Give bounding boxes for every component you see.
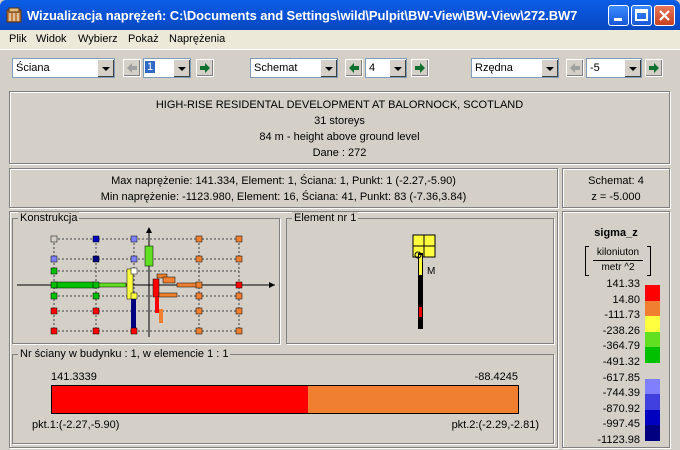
maximize-button[interactable] <box>631 5 652 26</box>
rzedna-number-spin[interactable]: -5 <box>586 58 642 78</box>
next-schemat-button[interactable] <box>411 59 429 77</box>
legend-value: -238.26 <box>602 324 640 337</box>
schemat-number-spin[interactable]: 4 <box>365 58 407 78</box>
legend-scale: 141.33 14.80 -111.73 -238.26 -364.79 -491.32 -… <box>563 212 669 447</box>
element-type-value: Ściana <box>16 62 50 74</box>
menu-plik[interactable]: Plik <box>9 33 27 45</box>
menu-naprezenia[interactable]: Naprężenia <box>169 33 225 45</box>
legend-color-swatch <box>645 425 660 441</box>
chevron-down-icon[interactable] <box>541 59 558 77</box>
close-button[interactable] <box>654 5 675 26</box>
bar-left-value: 141.3339 <box>51 371 97 383</box>
menu-bar: Plik Widok Wybierz Pokaż Naprężenia <box>0 30 680 50</box>
chevron-down-icon[interactable] <box>97 59 114 77</box>
project-height: 84 m - height above ground level <box>259 131 420 143</box>
legend-value: -744.39 <box>602 387 640 400</box>
wall-stress-group: Nr ściany w budynku : 1, w elemencie 1 :… <box>12 348 554 444</box>
legend-color-swatch <box>645 285 660 301</box>
app-icon <box>6 7 22 23</box>
legend-color-swatch <box>645 394 660 410</box>
prev-schemat-button[interactable] <box>345 59 363 77</box>
bar-left-point: pkt.1:(-2.27,-5.90) <box>32 419 120 431</box>
legend-color-swatch <box>645 300 660 317</box>
menu-pokaz[interactable]: Pokaż <box>128 33 159 45</box>
window-title: Wizualizacja naprężeń: C:\Documents and … <box>27 8 578 23</box>
color-legend-panel: sigma_z kiloniuton metr ^2 141.33 14.80 -1… <box>562 211 670 448</box>
maximize-icon <box>635 9 648 21</box>
legend-value: -364.79 <box>602 340 640 353</box>
schemat-text: Schemat: 4 <box>588 175 644 187</box>
bar-right-point: pkt.2:(-2.29,-2.81) <box>451 419 539 431</box>
project-info-panel: HIGH-RISE RESIDENTAL DEVELOPMENT AT BALO… <box>9 91 670 164</box>
project-storeys: 31 storeys <box>314 115 365 127</box>
legend-value: -617.85 <box>602 371 640 384</box>
legend-color-swatch <box>645 347 660 363</box>
element-number-value[interactable]: 1 <box>145 61 156 73</box>
schemat-select[interactable]: Schemat <box>250 58 338 78</box>
legend-color-swatch <box>645 316 660 332</box>
konstrukcja-group: Konstrukcja <box>12 212 280 344</box>
legend-color-swatch <box>645 331 660 348</box>
project-data: Dane : 272 <box>312 147 367 159</box>
rzedna-number-value: -5 <box>590 62 600 74</box>
min-stress-text: Min naprężenie: -1123.980, Element: 16, … <box>100 191 467 203</box>
stress-bar-right-segment <box>308 386 518 413</box>
legend-value: 14.80 <box>612 293 640 306</box>
arrow-left-icon <box>127 63 137 73</box>
arrow-right-icon <box>649 63 659 73</box>
rzedna-select[interactable]: Rzędna <box>471 58 559 78</box>
arrow-right-icon <box>200 63 210 73</box>
element-number-spin[interactable]: 1 <box>143 58 191 78</box>
project-title: HIGH-RISE RESIDENTAL DEVELOPMENT AT BALO… <box>155 99 524 111</box>
legend-value: -491.32 <box>602 356 640 368</box>
max-stress-text: Max naprężenie: 141.334, Element: 1, Ści… <box>111 175 456 187</box>
arrow-right-icon <box>415 63 425 73</box>
wall-info-label: Nr ściany w budynku : 1, w elemencie 1 :… <box>18 348 231 360</box>
prev-element-button[interactable] <box>123 59 141 77</box>
legend-value: -870.92 <box>602 402 640 415</box>
legend-color-swatch <box>645 363 660 379</box>
elevation-text: z = -5.000 <box>591 191 641 203</box>
chevron-down-icon[interactable] <box>173 59 190 77</box>
legend-value: 141.33 <box>606 278 640 290</box>
chevron-down-icon[interactable] <box>389 59 406 77</box>
arrow-left-icon <box>570 63 580 73</box>
rzedna-value: Rzędna <box>475 62 513 74</box>
element-group: Element nr 1 M <box>286 212 554 344</box>
element-view[interactable]: M <box>287 219 553 343</box>
toolbar: Ściana 1 Schemat 4 Rzędna -5 <box>0 51 680 87</box>
minimize-button[interactable] <box>608 5 629 26</box>
bar-right-value: -88.4245 <box>474 371 518 383</box>
stress-bar-left-segment <box>52 386 309 413</box>
schemat-number-value: 4 <box>369 62 376 74</box>
arrow-left-icon <box>349 63 359 73</box>
close-icon <box>659 10 670 21</box>
schemat-value: Schemat <box>254 62 298 74</box>
chevron-down-icon[interactable] <box>320 59 337 77</box>
chevron-down-icon[interactable] <box>624 59 641 77</box>
legend-value: -1123.98 <box>597 434 640 446</box>
stress-bar <box>51 385 519 414</box>
stress-stats-panel: Max naprężenie: 141.334, Element: 1, Ści… <box>9 168 558 208</box>
minimize-icon <box>614 18 622 21</box>
legend-color-swatch <box>645 409 660 426</box>
element-marker-label: M <box>427 266 435 277</box>
legend-color-swatch <box>645 378 660 395</box>
title-bar[interactable]: Wizualizacja naprężeń: C:\Documents and … <box>0 0 680 30</box>
menu-wybierz[interactable]: Wybierz <box>78 33 118 45</box>
element-type-select[interactable]: Ściana <box>12 58 115 78</box>
menu-widok[interactable]: Widok <box>36 33 67 45</box>
legend-value: -997.45 <box>602 418 640 431</box>
legend-value: -111.73 <box>604 309 640 322</box>
next-rzedna-button[interactable] <box>645 59 663 77</box>
prev-rzedna-button[interactable] <box>566 59 584 77</box>
next-element-button[interactable] <box>196 59 214 77</box>
structure-plan-view[interactable] <box>13 219 279 343</box>
schemat-info-panel: Schemat: 4 z = -5.000 <box>562 168 670 208</box>
